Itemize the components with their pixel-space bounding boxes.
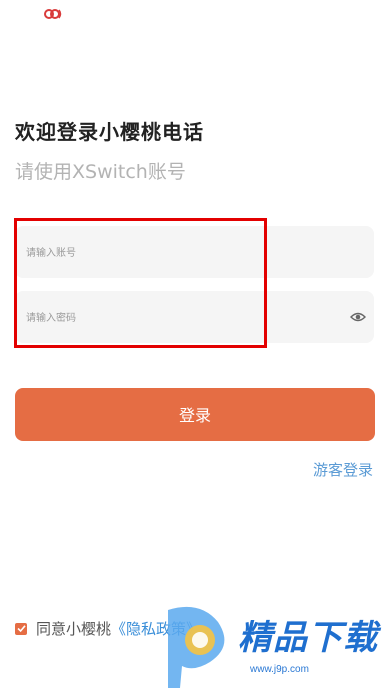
page-title: 欢迎登录小樱桃电话 xyxy=(15,120,204,144)
eye-icon[interactable] xyxy=(350,309,366,325)
watermark-brand: 精品下载 xyxy=(238,618,378,658)
watermark-logo-icon xyxy=(168,606,225,688)
highlight-box xyxy=(14,218,267,348)
app-logo-icon xyxy=(44,9,62,19)
agreement-checkbox[interactable] xyxy=(15,622,27,635)
checkbox-check-icon xyxy=(16,625,26,633)
agreement-text: 同意小樱桃 xyxy=(36,620,112,638)
login-button[interactable]: 登录 xyxy=(15,388,375,441)
page-subtitle: 请使用XSwitch账号 xyxy=(15,161,186,183)
watermark: 精品下载 www.j9p.com xyxy=(160,598,389,692)
watermark-url: www.j9p.com xyxy=(250,664,309,675)
guest-login-link[interactable]: 游客登录 xyxy=(313,459,373,480)
